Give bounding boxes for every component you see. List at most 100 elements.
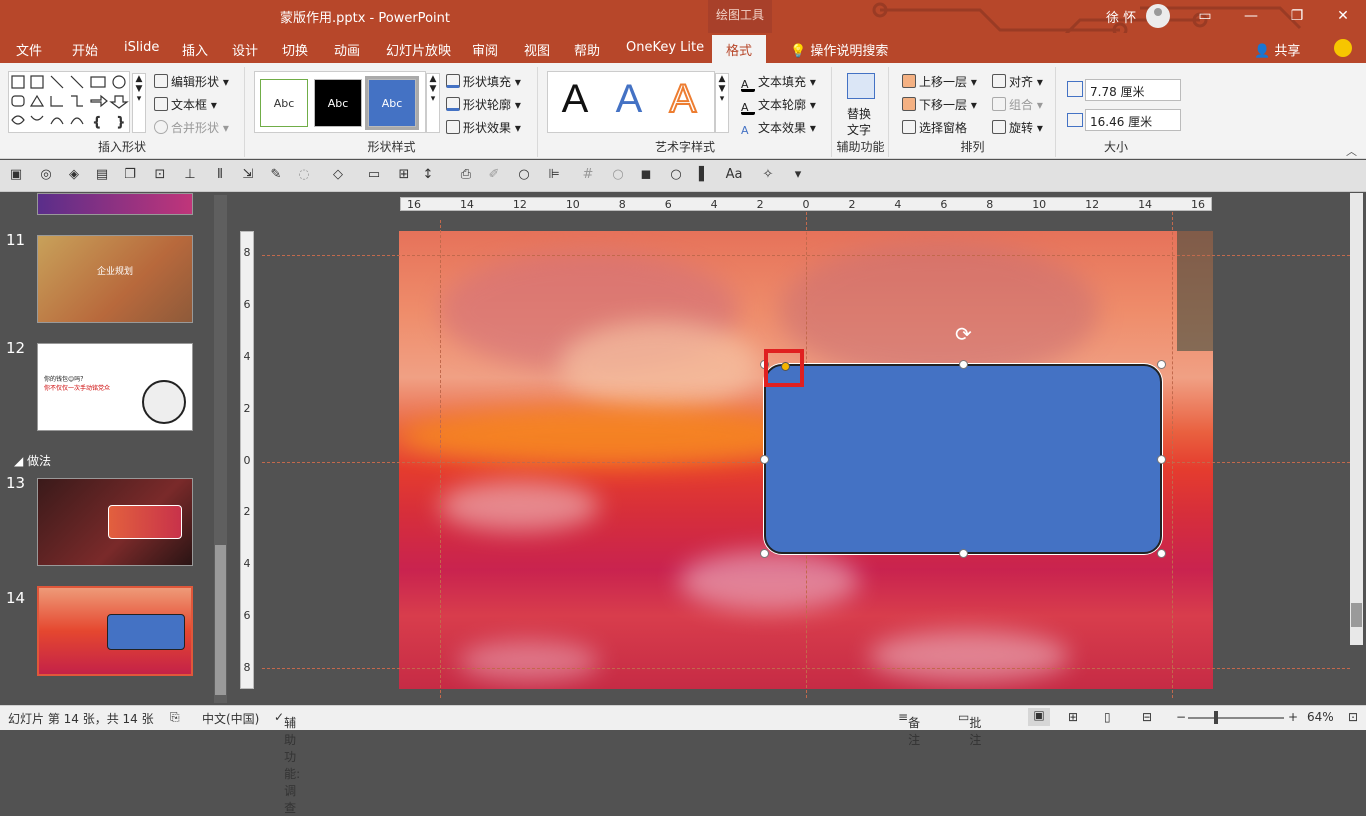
textbox-tool-icon[interactable]: ▭ [366,167,382,183]
wordart-scroll[interactable]: ▲ ▼ ▾ [715,73,729,133]
tell-me-search[interactable]: 💡 操作说明搜索 [790,40,888,59]
shape-fill-button[interactable]: 形状填充 ▾ [446,73,521,90]
magic-wand-icon[interactable]: ✧ [760,167,776,183]
zoom-slider-thumb[interactable] [1214,711,1218,724]
thumbnail-scrollbar[interactable] [214,195,227,703]
rounded-rectangle-shape[interactable] [764,364,1162,554]
selection-pane-button[interactable]: 选择窗格 [902,119,967,136]
reading-view-icon[interactable]: ▯ [1104,710,1111,724]
send-backward-button[interactable]: 下移一层 ▾ [902,96,977,113]
zoom-out-icon[interactable]: − [1176,710,1186,724]
resize-handle[interactable] [959,549,968,558]
alt-text-button-line2[interactable]: 文字 [847,121,871,138]
tab-animations[interactable]: 动画 [334,40,360,59]
layout-tool-icon[interactable]: ⊞ [396,167,412,183]
style-swatch-white[interactable]: Abc [260,79,308,127]
shadow-tool-icon[interactable]: ◼ [638,167,654,183]
paint-tool-icon[interactable]: ✎ [268,167,284,183]
shape-gallery[interactable]: {} [8,71,130,133]
feedback-smiley-icon[interactable] [1334,39,1352,57]
section-header[interactable]: ◢ 做法 [14,452,51,469]
tab-view[interactable]: 视图 [524,40,550,59]
shape-outline-button[interactable]: 形状轮廓 ▾ [446,96,521,113]
text-fill-button[interactable]: A 文本填充 ▾ [741,73,816,92]
avatar[interactable] [1146,4,1170,28]
alt-text-button[interactable]: 替换 [847,105,871,122]
tab-home[interactable]: 开始 [72,40,98,59]
zoom-level[interactable]: 64% [1307,710,1334,724]
slide-thumb-14-selected[interactable] [37,586,193,676]
rotate-handle-icon[interactable]: ⟳ [955,322,972,346]
resize-handle[interactable] [1157,360,1166,369]
text-effects-button[interactable]: A 文本效果 ▾ [741,119,816,138]
save-icon[interactable]: ▣ [8,167,24,183]
tab-format[interactable]: 格式 [712,35,767,63]
edit-shape-button[interactable]: 编辑形状 ▾ [154,73,229,90]
tab-islide[interactable]: iSlide [124,40,159,55]
close-icon[interactable]: ✕ [1330,4,1356,28]
shape-style-scroll[interactable]: ▲ ▼ ▾ [426,73,440,133]
merge-shapes-button[interactable]: 合并形状 ▾ [154,119,229,136]
shape-select-icon[interactable]: ◇ [330,167,346,183]
resize-handle[interactable] [1157,549,1166,558]
minimize-icon[interactable]: — [1238,4,1264,28]
hash-tool-icon[interactable]: # [580,167,596,183]
guide-line[interactable] [440,220,441,698]
resize-handle[interactable] [760,549,769,558]
user-name[interactable]: 徐 怀 [1106,7,1136,26]
shape-width-input[interactable]: 16.46 厘米 [1085,109,1181,131]
slide-scroll-thumb[interactable] [1351,603,1362,627]
align-left-tool-icon[interactable]: ⊫ [546,167,562,183]
resize-handle[interactable] [760,455,769,464]
bring-forward-button[interactable]: 上移一层 ▾ [902,73,977,90]
font-case-icon[interactable]: Aa [722,167,746,183]
tab-design[interactable]: 设计 [232,40,258,59]
zoom-in-icon[interactable]: + [1288,710,1298,724]
tab-file[interactable]: 文件 [16,40,42,59]
copy-tool-icon[interactable]: ❐ [122,167,138,183]
spacing-tool-icon[interactable]: ↕ [420,167,436,183]
ring-tool-icon[interactable]: ○ [610,167,626,183]
wordart-blue[interactable]: A [605,73,653,125]
resize-handle[interactable] [1157,455,1166,464]
format-paint-icon[interactable]: ✐ [486,167,502,183]
slide-thumb-11[interactable]: 企业规划 [37,235,193,323]
shape-effects-button[interactable]: 形状效果 ▾ [446,119,521,136]
slide-thumb-10-partial[interactable] [37,193,193,215]
collapse-ribbon-icon[interactable]: ︿ [1346,143,1357,159]
fit-to-window-icon[interactable]: ⊡ [1348,710,1358,724]
accessibility-status[interactable]: ✓ 辅助功能: 调查 [274,710,300,815]
normal-view-icon[interactable]: ▣ [1028,708,1050,726]
style-swatch-black[interactable]: Abc [314,79,362,127]
merge-tool-icon[interactable]: ◌ [296,167,312,183]
restore-icon[interactable]: ❐ [1284,4,1310,28]
tab-onekey[interactable]: OneKey Lite [626,40,704,55]
style-swatch-blue[interactable]: Abc [365,76,419,130]
shape-tool-icon[interactable]: ◈ [66,167,82,183]
arrange-tool-icon[interactable]: ▤ [94,167,110,183]
resize-tool-icon[interactable]: ⇲ [240,167,256,183]
export-tool-icon[interactable]: ⎙ [458,167,474,183]
share-button[interactable]: 👤 共享 [1254,40,1300,59]
tab-review[interactable]: 审阅 [472,40,498,59]
shape-height-input[interactable]: 7.78 厘米 [1085,79,1181,101]
slide-thumb-12[interactable]: 你的钱包😊吗？ 你不仅仅一次手动铭党众 [37,343,193,431]
slide-scrollbar[interactable] [1350,193,1363,645]
text-box-button[interactable]: 文本框 ▾ [154,96,217,113]
wordart-black[interactable]: A [551,73,599,125]
slide-sorter-icon[interactable]: ⊞ [1068,710,1078,724]
tab-transitions[interactable]: 切换 [282,40,308,59]
tab-insert[interactable]: 插入 [182,40,208,59]
comments-button[interactable]: ▭ 批注 [958,710,981,747]
circle-tool-icon[interactable]: ○ [516,167,532,183]
group-button[interactable]: 组合 ▾ [992,96,1043,113]
corner-adjust-handle[interactable] [781,362,790,371]
zoom-slider[interactable] [1188,717,1284,719]
line-tool-icon[interactable]: ▌ [696,167,712,183]
align-tool-icon[interactable]: ⫴ [212,167,228,183]
ribbon-display-icon[interactable]: ▭ [1192,4,1218,28]
rotate-button[interactable]: 旋转 ▾ [992,119,1043,136]
notes-button[interactable]: ≡ 备注 [898,710,920,747]
tab-help[interactable]: 帮助 [574,40,600,59]
resize-handle[interactable] [959,360,968,369]
